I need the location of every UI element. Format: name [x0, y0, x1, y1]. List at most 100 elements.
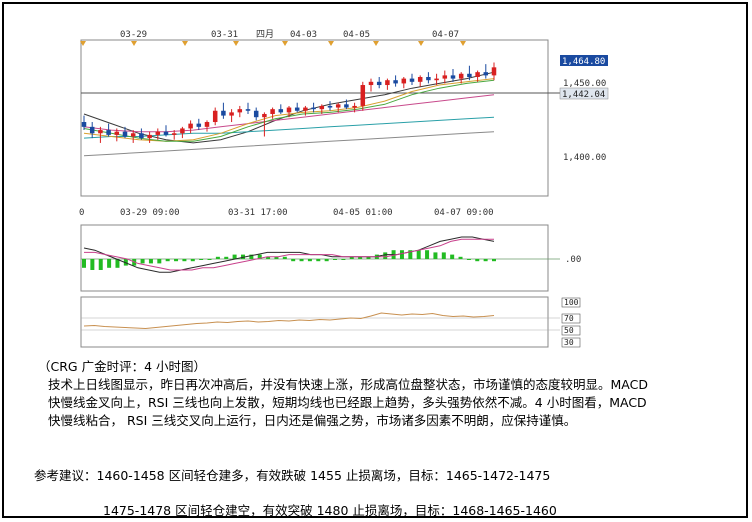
price-label: 1,400.00 — [563, 153, 606, 163]
price-axis: 1,464.80 1,450.00 1,442.04 1,400.00 — [559, 55, 609, 163]
commentary-line: 快慢线金叉向上，RSI 三线也向上发散，短期均线也已经跟上趋势，多头强势依然不减… — [48, 395, 647, 410]
candle-body — [155, 131, 161, 135]
candle-body — [204, 122, 210, 127]
candle-body — [327, 105, 333, 108]
time-label: 03-31 17:00 — [228, 208, 288, 218]
candle-body — [237, 109, 243, 113]
macd-histogram-bar — [475, 259, 480, 262]
macd-histogram-bar — [140, 259, 145, 264]
candle-body — [122, 131, 128, 137]
candle-body — [114, 131, 120, 135]
candle-body — [245, 109, 251, 111]
candle-body — [409, 78, 415, 82]
candle-body — [335, 104, 341, 108]
advice-long: 参考建议：1460-1458 区间轻仓建多，有效跌破 1455 止损离场，目标：… — [34, 468, 551, 483]
macd-histogram-bar — [441, 252, 446, 259]
time-label: 04-05 01:00 — [333, 208, 393, 218]
macd-histogram-bar — [90, 259, 95, 270]
bottom-time-axis: 0 03-29 09:00 03-31 17:00 04-05 01:00 04… — [79, 208, 494, 218]
macd-histogram-bar — [333, 259, 338, 260]
candle-body — [196, 123, 202, 127]
rsi-label: 30 — [564, 338, 574, 347]
macd-histogram-bar — [291, 259, 296, 262]
candle-body — [352, 105, 357, 108]
macd-histogram-bar — [433, 252, 438, 259]
candle-body — [434, 78, 439, 81]
top-date-label: 04-07 — [432, 30, 459, 40]
macd-histogram-bar — [165, 259, 170, 262]
candle-body — [401, 78, 407, 84]
candle-body — [376, 81, 382, 86]
candle-body — [139, 133, 144, 139]
top-date-label: 四月 — [256, 29, 274, 40]
candle-body — [417, 76, 423, 82]
candle-body — [229, 112, 234, 116]
candle-body — [81, 122, 87, 127]
candle-body — [106, 130, 111, 135]
macd-histogram-bar — [282, 256, 287, 259]
candle-body — [483, 72, 489, 76]
candle-body — [147, 134, 152, 139]
candle-body — [130, 133, 136, 137]
macd-histogram-bar — [383, 252, 388, 259]
top-date-label: 04-03 — [290, 30, 317, 40]
macd-histogram-bar — [307, 259, 312, 262]
top-date-label: 03-31 — [211, 30, 238, 40]
top-date-label: 04-05 — [343, 30, 370, 40]
macd-histogram-bar — [148, 259, 153, 264]
candle-body — [98, 130, 103, 134]
candle-body — [442, 75, 448, 79]
candle-body — [294, 107, 300, 111]
candle-body — [491, 67, 497, 76]
commentary: （CRG 广金时评：4 小时图） 技术上日线图显示，昨日再次冲高后，并没有快速上… — [38, 358, 738, 430]
macd-histogram-bar — [182, 259, 187, 262]
macd-histogram-bar — [299, 259, 304, 262]
candle-body — [262, 113, 267, 118]
top-date-label: 03-29 — [120, 30, 147, 40]
candle-body — [303, 107, 308, 111]
candle-body — [188, 123, 193, 129]
macd-histogram-bar — [215, 256, 220, 259]
time-label: 03-29 09:00 — [120, 208, 180, 218]
candle-body — [344, 104, 349, 108]
time-label: 0 — [79, 208, 84, 218]
candle-body — [450, 75, 456, 79]
price-label-last: 1,464.80 — [562, 57, 605, 67]
macd-histogram-bar — [483, 259, 488, 262]
macd-histogram-bar — [199, 259, 204, 260]
candle-body — [89, 126, 95, 134]
candle-body — [286, 107, 292, 113]
macd-histogram-bar — [207, 259, 212, 260]
candle-body — [458, 73, 464, 79]
candle-body — [311, 107, 316, 110]
candle-body — [171, 133, 177, 135]
rsi-label: 50 — [564, 326, 574, 335]
macd-histogram-bar — [399, 250, 404, 259]
macd-histogram-bar — [341, 259, 346, 260]
candle-body — [180, 128, 185, 134]
rsi-label: 100 — [564, 298, 579, 307]
candle-body — [393, 80, 398, 84]
macd-histogram-bar — [98, 259, 103, 270]
macd-histogram-bar — [416, 250, 421, 259]
candle-body — [278, 109, 284, 113]
macd-histogram-bar — [107, 259, 112, 268]
candle-body — [319, 105, 325, 110]
price-label: 1,450.00 — [563, 79, 606, 89]
price-label-current: 1,442.04 — [562, 90, 605, 100]
candle-body — [467, 73, 472, 77]
macd-zero-label: .00 — [565, 255, 581, 265]
macd-histogram-bar — [82, 259, 86, 268]
candle-body — [221, 110, 226, 116]
chart-area: 03-29 03-31 四月 04-03 04-05 04-07 1,464.8… — [79, 29, 609, 348]
rsi-panel — [80, 296, 549, 348]
macd-histogram-bar — [190, 259, 195, 262]
macd-histogram-bar — [466, 259, 471, 260]
commentary-line: 技术上日线图显示，昨日再次冲高后，并没有快速上涨，形成高位盘整状态，市场谨慎的态… — [48, 377, 648, 392]
macd-histogram-bar — [425, 250, 430, 259]
candle-body — [385, 80, 390, 86]
candle-body — [475, 72, 480, 77]
macd-histogram-bar — [458, 256, 463, 259]
candle-body — [253, 110, 259, 118]
candle-body — [212, 110, 218, 123]
